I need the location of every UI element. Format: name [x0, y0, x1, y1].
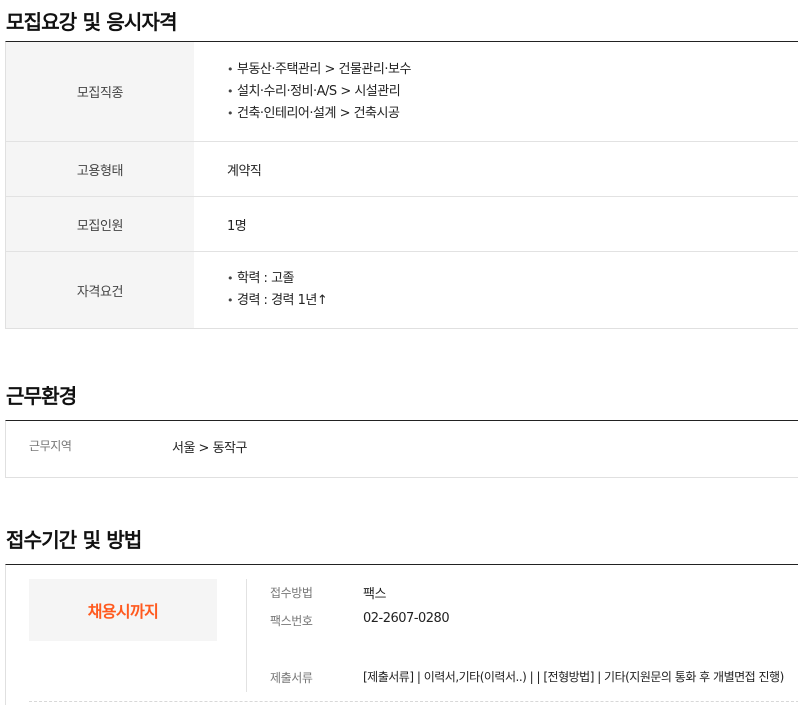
documents-value: [제출서류] | 이력서,기타(이력서..) | | [전형방법] | 기타(지… — [363, 670, 784, 684]
application-box: 채용시까지 접수방법 팩스 팩스번호 02-2607-0280 제출서류 [제출… — [5, 564, 798, 705]
list-item: • 부동산·주택관리 > 건물관리·보수 — [227, 61, 411, 77]
deadline-badge: 채용시까지 — [29, 579, 217, 641]
recruitment-section-title: 모집요강 및 응시자격 — [6, 10, 178, 34]
fax-label: 팩스번호 — [270, 614, 313, 628]
documents-label: 제출서류 — [270, 671, 313, 685]
table-row-qualifications: 자격요건 • 학력 : 고졸 • 경력 : 경력 1년↑ — [6, 252, 798, 328]
row-label-qualifications: 자격요건 — [6, 252, 194, 328]
work-area-label: 근무지역 — [29, 439, 72, 453]
work-environment-box: 근무지역 서울 > 동작구 — [5, 420, 798, 478]
work-area-value: 서울 > 동작구 — [172, 441, 247, 456]
row-label-employment-type: 고용형태 — [6, 142, 194, 196]
method-label: 접수방법 — [270, 586, 313, 600]
table-row-job-type: 모집직종 • 부동산·주택관리 > 건물관리·보수 • 설치·수리·정비·A/S >… — [6, 42, 798, 142]
application-section-title: 접수기간 및 방법 — [6, 528, 142, 552]
method-value: 팩스 — [363, 587, 386, 602]
recruitment-table: 모집직종 • 부동산·주택관리 > 건물관리·보수 • 설치·수리·정비·A/S >… — [5, 41, 798, 329]
row-value-job-type: • 부동산·주택관리 > 건물관리·보수 • 설치·수리·정비·A/S > 시설관리… — [194, 42, 798, 141]
list-item: • 경력 : 경력 1년↑ — [227, 293, 328, 308]
row-value-headcount: 1명 — [227, 218, 247, 234]
row-value-employment-type: 계약직 — [227, 163, 262, 179]
divider — [29, 701, 798, 702]
fax-value: 02-2607-0280 — [363, 611, 450, 626]
table-row-employment-type: 고용형태 계약직 — [6, 142, 798, 197]
list-item: • 학력 : 고졸 — [227, 271, 295, 286]
row-label-job-type: 모집직종 — [6, 42, 194, 141]
row-label-headcount: 모집인원 — [6, 197, 194, 251]
table-row-headcount: 모집인원 1명 — [6, 197, 798, 252]
row-value-qualifications: • 학력 : 고졸 • 경력 : 경력 1년↑ — [194, 252, 798, 328]
list-item: • 건축·인테리어·설계 > 건축시공 — [227, 105, 400, 121]
vertical-divider — [246, 579, 247, 692]
work-environment-section-title: 근무환경 — [6, 384, 77, 408]
list-item: • 설치·수리·정비·A/S > 시설관리 — [227, 83, 401, 99]
